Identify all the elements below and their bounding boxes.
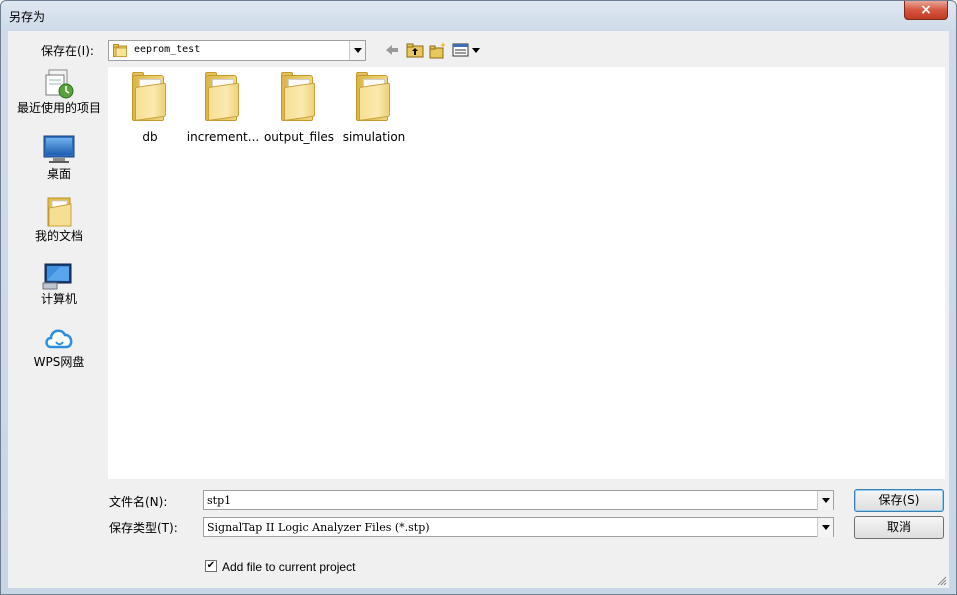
place-label: 计算机 [40, 292, 77, 306]
place-label: WPS网盘 [33, 355, 85, 369]
place-recent-items[interactable]: 最近使用的项目 [16, 67, 102, 115]
place-label: 桌面 [46, 167, 71, 181]
place-desktop[interactable]: 桌面 [16, 133, 102, 181]
place-label: 最近使用的项目 [16, 101, 101, 115]
folder-icon [279, 71, 319, 125]
up-folder-icon[interactable] [406, 41, 424, 59]
places-bar: 最近使用的项目 桌面 我的文档 计算机 WPS网盘 [16, 67, 108, 507]
view-menu-icon[interactable] [452, 41, 482, 59]
file-name-label: output_files [263, 130, 335, 144]
close-button[interactable]: × [904, 1, 948, 20]
window-title: 另存为 [9, 10, 46, 24]
file-name-label: increment... [186, 130, 260, 144]
dialog-client: 保存在(I): eeprom_test 最近使用的项目 桌面 我的文档 计算机 … [8, 31, 949, 588]
documents-folder-icon [47, 197, 72, 227]
chevron-down-icon[interactable] [817, 491, 833, 510]
folder-icon [130, 71, 170, 125]
recent-items-icon [45, 69, 74, 99]
save-in-label: 保存在(I): [41, 44, 94, 58]
file-name-field-label: 文件名(N): [109, 495, 168, 509]
file-name-label: db [142, 130, 158, 144]
save-button[interactable]: 保存(S) [854, 489, 944, 512]
place-documents[interactable]: 我的文档 [16, 195, 102, 243]
file-name-value: stp1 [207, 494, 232, 507]
place-computer[interactable]: 计算机 [16, 258, 102, 306]
file-list[interactable]: db increment... output_files simulation [108, 67, 945, 479]
cloud-icon [45, 329, 73, 349]
cancel-button[interactable]: 取消 [854, 516, 944, 539]
folder-icon [113, 44, 127, 57]
place-wps-cloud[interactable]: WPS网盘 [16, 321, 102, 369]
chevron-down-icon[interactable] [817, 518, 833, 537]
add-to-project-checkbox[interactable]: ✔ [205, 560, 217, 572]
file-name-label: simulation [342, 130, 406, 144]
file-type-value: SignalTap II Logic Analyzer Files (*.stp… [207, 521, 430, 534]
file-type-field-label: 保存类型(T): [109, 521, 178, 535]
list-item[interactable]: increment... [185, 71, 261, 144]
list-item[interactable]: db [112, 71, 188, 144]
add-to-project-label: Add file to current project [222, 560, 356, 574]
list-item[interactable]: output_files [261, 71, 337, 144]
computer-icon [42, 263, 72, 290]
folder-icon [203, 71, 243, 125]
desktop-icon [43, 135, 75, 163]
save-as-dialog: 另存为 × 保存在(I): eeprom_test 最近使用的项目 桌面 我的文… [0, 0, 957, 595]
resize-grip-icon[interactable] [936, 575, 947, 586]
chevron-down-icon[interactable] [349, 41, 365, 60]
new-folder-icon[interactable] [429, 41, 447, 59]
save-in-dropdown[interactable]: eeprom_test [108, 40, 366, 61]
place-label: 我的文档 [34, 229, 83, 243]
file-name-field[interactable]: stp1 [203, 490, 834, 510]
save-in-value: eeprom_test [134, 44, 201, 55]
file-type-dropdown[interactable]: SignalTap II Logic Analyzer Files (*.stp… [203, 517, 834, 537]
title-bar[interactable]: 另存为 × [1, 1, 956, 31]
folder-icon [354, 71, 394, 125]
list-item[interactable]: simulation [336, 71, 412, 144]
back-arrow-icon[interactable] [384, 41, 400, 59]
